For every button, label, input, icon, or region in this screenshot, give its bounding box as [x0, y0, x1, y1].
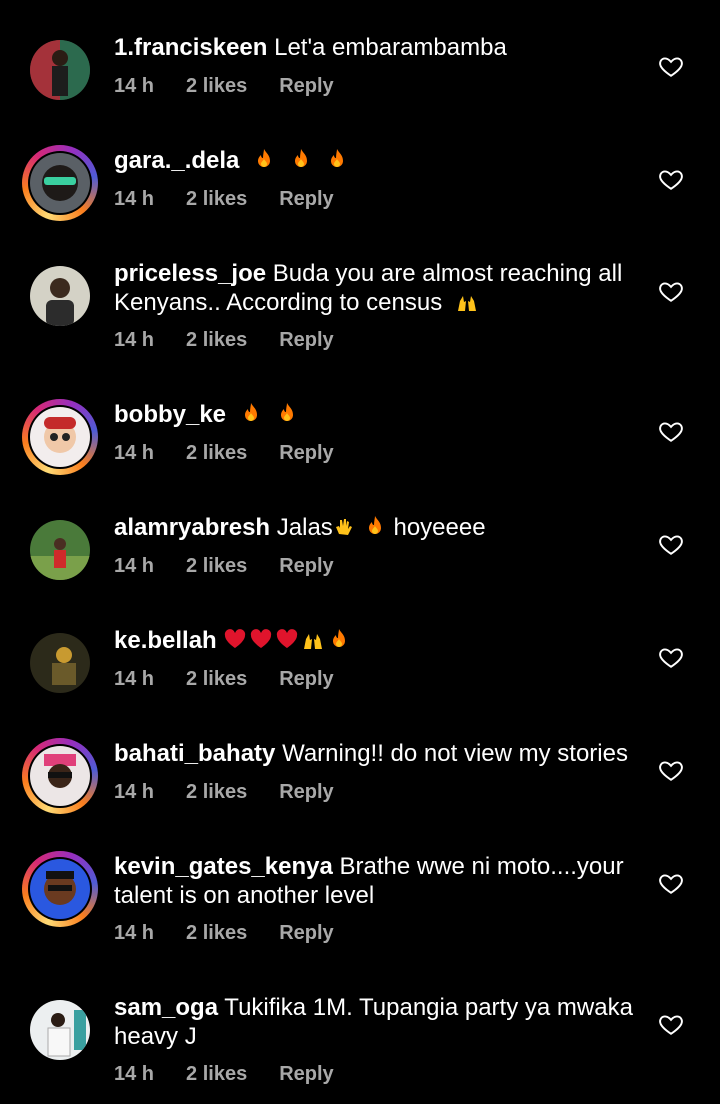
comment-username[interactable]: ke.bellah: [114, 627, 217, 654]
comment-meta: 14 h 2 likes Reply: [114, 555, 366, 578]
red-heart-emoji-icon: [277, 629, 298, 648]
comment-text: ke.bellah: [114, 626, 634, 655]
heart-outline-icon[interactable]: [658, 278, 684, 304]
avatar[interactable]: [22, 992, 98, 1068]
likes-count[interactable]: 2 likes: [186, 75, 247, 97]
red-heart-emoji-icon: [225, 629, 246, 648]
likes-count[interactable]: 2 likes: [186, 188, 247, 210]
comment-username[interactable]: sam_oga: [114, 994, 218, 1021]
heart-outline-icon[interactable]: [658, 1011, 684, 1037]
comment-meta: 14 h 2 likes Reply: [114, 922, 366, 945]
emoji-group: [246, 147, 349, 174]
likes-count[interactable]: 2 likes: [186, 442, 247, 464]
fire-emoji-icon: [281, 403, 294, 421]
emoji-group: [223, 627, 351, 654]
emoji-group: [233, 401, 300, 428]
fire-emoji-icon: [331, 149, 344, 167]
comment-body: Let'a embarambamba: [274, 34, 507, 61]
comment-body: Warning!! do not view my stories: [282, 740, 628, 767]
avatar[interactable]: [22, 851, 98, 927]
clap-emoji-icon: [335, 519, 352, 535]
reply-button[interactable]: Reply: [279, 922, 333, 944]
comment-meta: 14 h 2 likes Reply: [114, 442, 366, 465]
comment-time: 14 h: [114, 922, 155, 944]
comment-username[interactable]: priceless_joe: [114, 260, 266, 287]
comment-text: gara._.dela: [114, 146, 634, 175]
comment-username[interactable]: kevin_gates_kenya: [114, 853, 333, 880]
fire-emoji-icon: [294, 149, 307, 167]
comment-time: 14 h: [114, 781, 155, 803]
comment-text: kevin_gates_kenya Brathe wwe ni moto....…: [114, 852, 634, 910]
comment-body-suffix: hoyeeee: [393, 514, 486, 541]
heart-outline-icon[interactable]: [658, 166, 684, 192]
heart-outline-icon[interactable]: [658, 870, 684, 896]
reply-button[interactable]: Reply: [279, 781, 333, 803]
reply-button[interactable]: Reply: [279, 442, 333, 464]
comment-username[interactable]: bahati_bahaty: [114, 740, 275, 767]
comment-text: 1.franciskeen Let'a embarambamba: [114, 33, 634, 62]
heart-outline-icon[interactable]: [658, 418, 684, 444]
comment-text: bahati_bahaty Warning!! do not view my s…: [114, 739, 634, 768]
raised-hands-emoji-icon: [457, 296, 476, 311]
heart-outline-icon[interactable]: [658, 644, 684, 670]
avatar[interactable]: [22, 738, 98, 814]
fire-emoji-icon: [258, 149, 271, 167]
reply-button[interactable]: Reply: [279, 329, 333, 351]
fire-emoji-icon: [244, 403, 257, 421]
fire-emoji-icon: [333, 629, 346, 647]
reply-button[interactable]: Reply: [279, 75, 333, 97]
likes-count[interactable]: 2 likes: [186, 329, 247, 351]
avatar[interactable]: [22, 258, 98, 334]
raised-hands-emoji-icon: [304, 634, 323, 649]
likes-count[interactable]: 2 likes: [186, 1063, 247, 1085]
reply-button[interactable]: Reply: [279, 1063, 333, 1085]
comment-time: 14 h: [114, 75, 155, 97]
comment-text: alamryabresh Jalas hoyeeee: [114, 513, 634, 542]
comment-time: 14 h: [114, 555, 155, 577]
comment-time: 14 h: [114, 1063, 155, 1085]
comment-time: 14 h: [114, 442, 155, 464]
heart-outline-icon[interactable]: [658, 531, 684, 557]
avatar[interactable]: [22, 32, 98, 108]
avatar[interactable]: [22, 399, 98, 475]
likes-count[interactable]: 2 likes: [186, 555, 247, 577]
comment-body: Jalas: [276, 514, 333, 541]
likes-count[interactable]: 2 likes: [186, 668, 247, 690]
comment-time: 14 h: [114, 188, 155, 210]
likes-count[interactable]: 2 likes: [186, 781, 247, 803]
red-heart-emoji-icon: [251, 629, 272, 648]
comment-text: sam_oga Tukifika 1M. Tupangia party ya m…: [114, 993, 634, 1051]
reply-button[interactable]: Reply: [279, 668, 333, 690]
comment-meta: 14 h 2 likes Reply: [114, 1063, 366, 1086]
comment-username[interactable]: gara._.dela: [114, 147, 239, 174]
comment-text: bobby_ke: [114, 400, 634, 429]
comment-time: 14 h: [114, 329, 155, 351]
reply-button[interactable]: Reply: [279, 555, 333, 577]
comment-time: 14 h: [114, 668, 155, 690]
avatar[interactable]: [22, 625, 98, 701]
comment-meta: 14 h 2 likes Reply: [114, 329, 366, 352]
avatar[interactable]: [22, 512, 98, 588]
fire-emoji-icon: [368, 516, 381, 534]
avatar[interactable]: [22, 145, 98, 221]
reply-button[interactable]: Reply: [279, 188, 333, 210]
comment-text: priceless_joe Buda you are almost reachi…: [114, 259, 634, 317]
comment-username[interactable]: alamryabresh: [114, 514, 270, 541]
comment-username[interactable]: 1.franciskeen: [114, 34, 267, 61]
likes-count[interactable]: 2 likes: [186, 922, 247, 944]
comment-meta: 14 h 2 likes Reply: [114, 781, 366, 804]
comment-meta: 14 h 2 likes Reply: [114, 75, 366, 98]
comment-username[interactable]: bobby_ke: [114, 401, 226, 428]
comment-meta: 14 h 2 likes Reply: [114, 188, 366, 211]
heart-outline-icon[interactable]: [658, 53, 684, 79]
heart-outline-icon[interactable]: [658, 757, 684, 783]
comment-meta: 14 h 2 likes Reply: [114, 668, 366, 691]
